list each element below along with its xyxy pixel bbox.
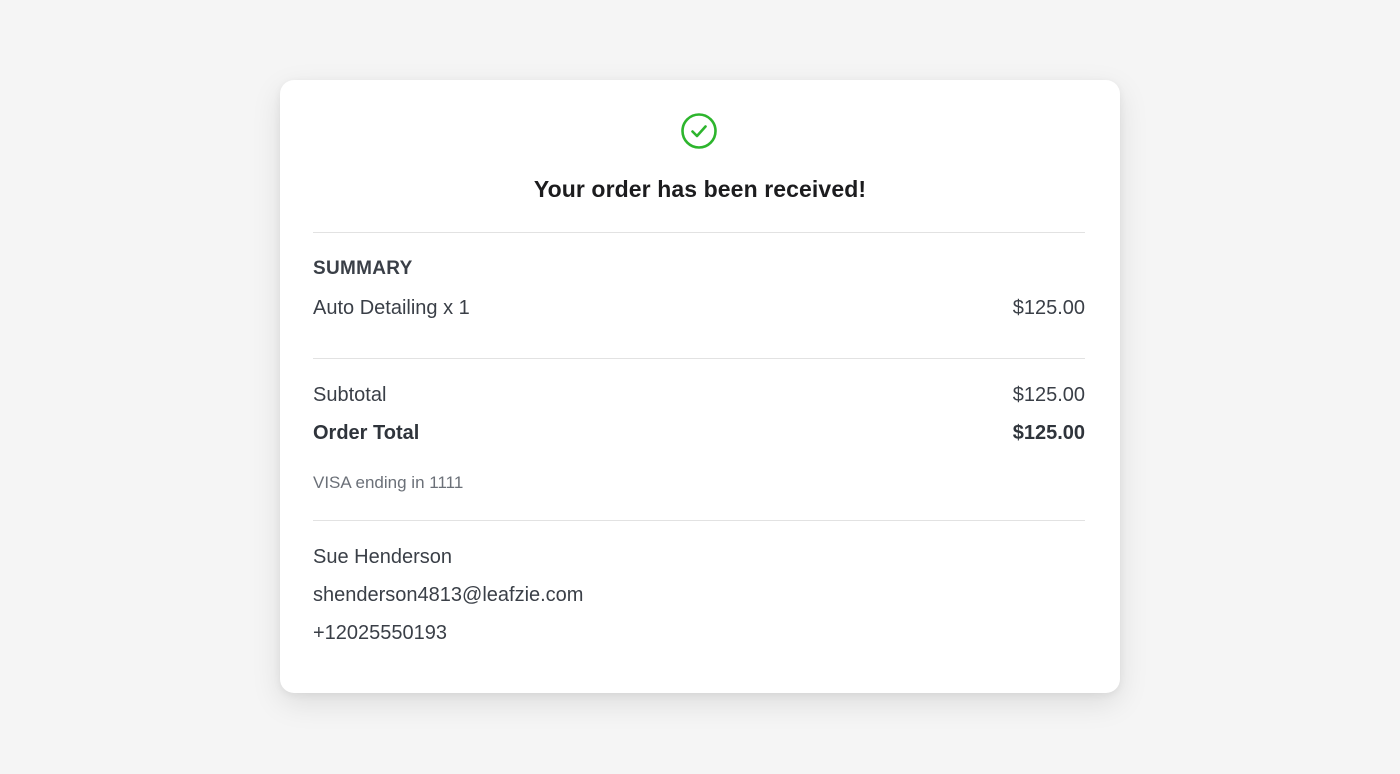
check-circle-icon [681, 113, 717, 149]
order-total-row: Order Total $125.00 [313, 422, 1085, 445]
customer-name: Sue Henderson [313, 546, 452, 568]
customer-email: shenderson4813@leafzie.com [313, 584, 584, 606]
order-confirmation-card: Your order has been received! SUMMARY Au… [280, 80, 1120, 693]
divider [313, 232, 1085, 233]
subtotal-row: Subtotal $125.00 [313, 384, 1085, 407]
line-item-price: $125.00 [1012, 297, 1085, 319]
order-total-value: $125.00 [1012, 422, 1085, 444]
line-item-label: Auto Detailing x 1 [313, 297, 470, 319]
order-total-label: Order Total [313, 422, 420, 444]
summary-line-item: Auto Detailing x 1 $125.00 [313, 297, 1085, 320]
payment-method: VISA ending in 1111 [313, 473, 464, 492]
divider [313, 520, 1085, 521]
customer-phone: +12025550193 [313, 622, 448, 644]
subtotal-label: Subtotal [313, 384, 387, 406]
summary-heading: SUMMARY [313, 258, 413, 279]
divider [313, 358, 1085, 359]
confirmation-title: Your order has been received! [533, 176, 867, 202]
subtotal-value: $125.00 [1012, 384, 1085, 406]
